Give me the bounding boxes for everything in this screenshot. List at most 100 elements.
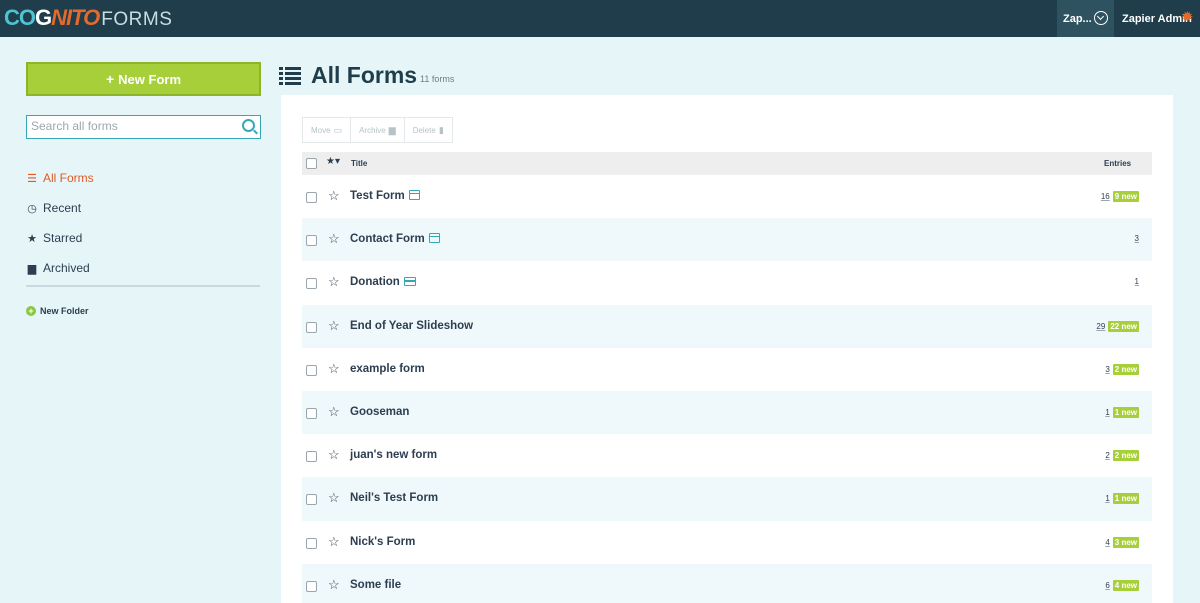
form-title[interactable]: Gooseman — [350, 406, 409, 418]
table-row[interactable]: ☆ End of Year Slideshow 29 22 new — [302, 304, 1152, 348]
new-folder-button[interactable]: + New Folder — [26, 306, 89, 316]
search-input[interactable] — [31, 116, 236, 136]
archive-button[interactable]: Archive ▆ — [351, 118, 405, 142]
row-checkbox[interactable] — [306, 537, 317, 549]
form-title[interactable]: Test Form — [350, 190, 420, 202]
star-outline-icon[interactable]: ☆ — [328, 447, 340, 463]
entries-count[interactable]: 6 — [1105, 581, 1109, 590]
table-row[interactable]: ☆ Neil's Test Form 11 new — [302, 477, 1152, 521]
table-row[interactable]: ☆ juan's new form 22 new — [302, 434, 1152, 477]
row-checkbox[interactable] — [306, 407, 317, 419]
delete-button[interactable]: Delete ▮ — [405, 118, 452, 142]
chevron-down-icon — [1094, 11, 1108, 25]
new-entries-badge[interactable]: 1 new — [1112, 493, 1139, 505]
table-row[interactable]: ☆ Donation 1 — [302, 261, 1152, 304]
archive-label: Archive — [359, 125, 386, 135]
star-outline-icon[interactable]: ☆ — [328, 490, 340, 506]
move-button[interactable]: Move ▭ — [303, 118, 352, 142]
form-title[interactable]: End of Year Slideshow — [350, 320, 473, 332]
star-sort-dropdown[interactable]: ★▾ — [326, 156, 340, 167]
star-outline-icon[interactable]: ☆ — [328, 361, 340, 377]
table-row[interactable]: ☆ Contact Form 3 — [302, 218, 1152, 262]
star-outline-icon[interactable]: ☆ — [328, 318, 340, 334]
gear-icon[interactable]: ✹ — [1181, 10, 1195, 25]
archive-box-icon: ▆ — [388, 124, 396, 135]
sidebar-item-archived[interactable]: ▆ Archived — [26, 253, 261, 283]
entries-cell[interactable]: 64 new — [1105, 579, 1139, 591]
row-checkbox[interactable] — [306, 192, 317, 203]
row-checkbox[interactable] — [306, 451, 317, 463]
entries-count[interactable]: 1 — [1135, 277, 1139, 286]
entries-count[interactable]: 16 — [1101, 192, 1110, 201]
organization-switcher[interactable]: Zap... — [1057, 0, 1114, 37]
page-title: All Forms — [311, 62, 418, 88]
search-icon[interactable] — [242, 119, 255, 132]
new-form-button[interactable]: + New Form — [26, 62, 261, 96]
sidebar-item-recent[interactable]: ◷ Recent — [26, 193, 261, 223]
star-outline-icon[interactable]: ☆ — [328, 274, 340, 290]
star-outline-icon[interactable]: ☆ — [328, 404, 340, 420]
new-entries-badge[interactable]: 22 new — [1108, 320, 1139, 332]
row-checkbox[interactable] — [306, 580, 317, 592]
entries-cell[interactable]: 3 — [1135, 234, 1139, 243]
new-entries-badge[interactable]: 1 new — [1112, 406, 1139, 418]
entries-count[interactable]: 1 — [1105, 494, 1109, 503]
column-header-entries[interactable]: Entries — [1104, 159, 1131, 168]
row-checkbox[interactable] — [306, 494, 317, 506]
table-row[interactable]: ☆ example form 32 new — [302, 348, 1152, 391]
entries-count[interactable]: 3 — [1135, 234, 1139, 243]
sidebar-item-label: Recent — [43, 201, 82, 215]
table-row[interactable]: ☆ Test Form 16 9 new — [302, 175, 1152, 218]
entries-count[interactable]: 29 — [1096, 322, 1105, 331]
new-entries-badge[interactable]: 4 new — [1112, 579, 1139, 591]
new-entries-badge[interactable]: 2 new — [1112, 450, 1139, 462]
cognito-forms-logo[interactable]: COGNITO FORMS — [4, 4, 172, 32]
form-title[interactable]: Neil's Test Form — [350, 492, 438, 504]
organization-label: Zap... — [1063, 12, 1092, 25]
new-form-label: New Form — [118, 71, 182, 87]
entries-cell[interactable]: 1 — [1135, 277, 1139, 286]
row-checkbox[interactable] — [306, 321, 317, 333]
plus-circle-icon: + — [26, 306, 36, 316]
select-all-checkbox[interactable] — [306, 158, 317, 169]
star-outline-icon[interactable]: ☆ — [328, 534, 340, 550]
table-row[interactable]: ☆ Nick's Form 43 new — [302, 521, 1152, 564]
row-checkbox[interactable] — [306, 235, 317, 247]
table-row[interactable]: ☆ Some file 64 new — [302, 563, 1152, 603]
form-title[interactable]: Donation — [350, 276, 416, 288]
entries-cell[interactable]: 43 new — [1105, 536, 1139, 548]
new-entries-badge[interactable]: 2 new — [1112, 363, 1139, 375]
entries-cell[interactable]: 11 new — [1105, 406, 1139, 418]
entries-count[interactable]: 2 — [1105, 451, 1109, 460]
entries-count[interactable]: 1 — [1105, 408, 1109, 417]
star-outline-icon[interactable]: ☆ — [328, 577, 340, 593]
star-outline-icon[interactable]: ☆ — [328, 231, 340, 247]
form-title[interactable]: example form — [350, 363, 425, 375]
form-title[interactable]: Some file — [350, 579, 401, 591]
row-checkbox[interactable] — [306, 364, 317, 376]
column-header-title[interactable]: Title — [351, 159, 367, 168]
entries-cell[interactable]: 16 9 new — [1101, 191, 1139, 202]
sidebar-item-label: Archived — [43, 261, 90, 275]
entries-count[interactable]: 3 — [1105, 365, 1109, 374]
star-outline-icon[interactable]: ☆ — [328, 188, 340, 204]
form-title[interactable]: Contact Form — [350, 233, 440, 245]
new-entries-badge[interactable]: 9 new — [1112, 191, 1139, 202]
entries-cell[interactable]: 29 22 new — [1096, 320, 1139, 332]
star-icon: ★ — [27, 232, 37, 245]
move-label: Move — [311, 125, 331, 135]
new-entries-badge[interactable]: 3 new — [1112, 536, 1139, 548]
entries-cell[interactable]: 11 new — [1105, 493, 1139, 505]
sidebar-item-all-forms[interactable]: ☰ All Forms — [26, 163, 261, 193]
form-title[interactable]: juan's new form — [350, 449, 437, 461]
top-bar: COGNITO FORMS Zap... Zapier Admin ✹ — [0, 0, 1200, 37]
calendar-icon — [428, 233, 440, 244]
entries-cell[interactable]: 32 new — [1105, 363, 1139, 375]
table-row[interactable]: ☆ Gooseman 11 new — [302, 390, 1152, 435]
clock-icon: ◷ — [27, 202, 37, 215]
sidebar-item-starred[interactable]: ★ Starred — [26, 223, 261, 253]
row-checkbox[interactable] — [306, 278, 317, 290]
form-title[interactable]: Nick's Form — [350, 536, 415, 548]
entries-cell[interactable]: 22 new — [1105, 450, 1139, 462]
entries-count[interactable]: 4 — [1105, 538, 1109, 547]
